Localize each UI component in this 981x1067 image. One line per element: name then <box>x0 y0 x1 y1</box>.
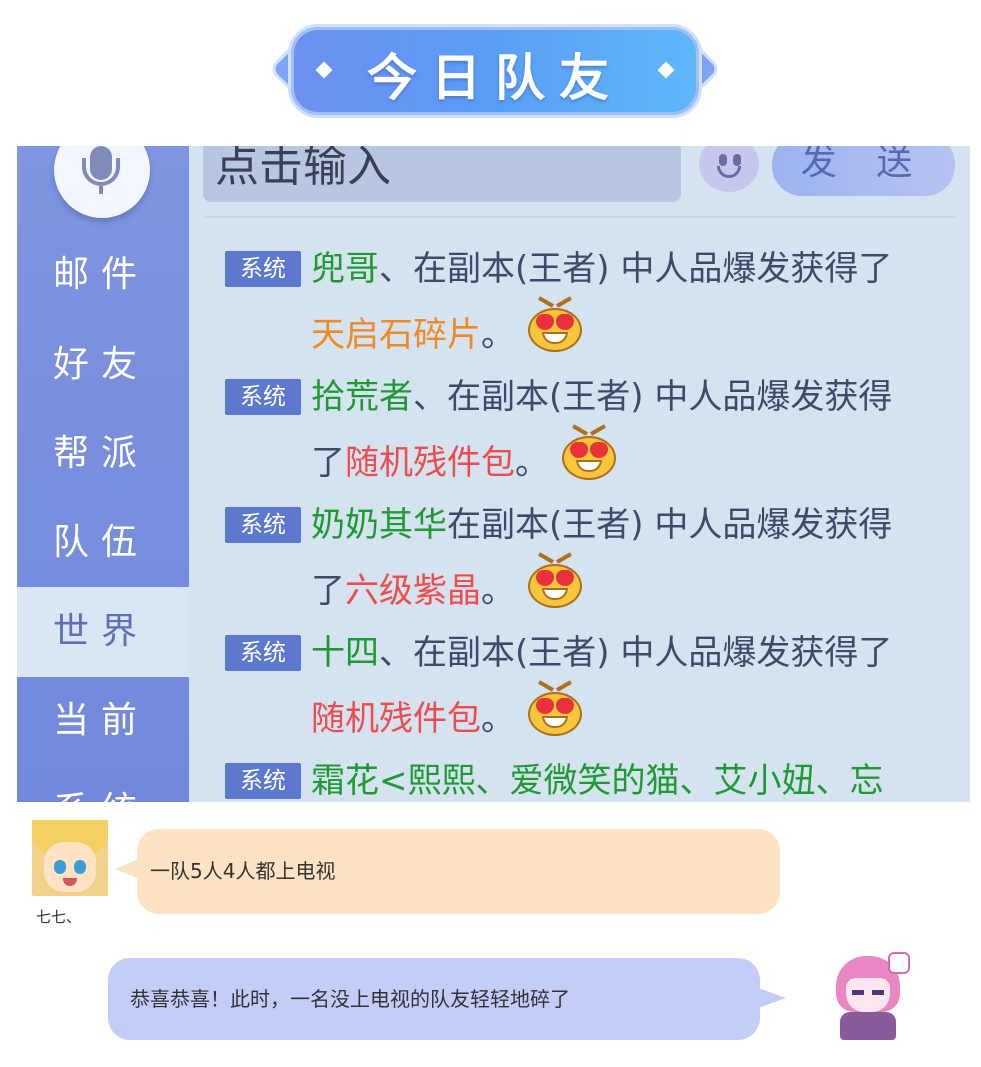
smiley-icon <box>719 154 727 166</box>
emoji-button[interactable] <box>699 146 759 192</box>
item-name: 六级紫晶 <box>345 571 481 611</box>
chat-bubble-left: 一队5人4人都上电视 <box>115 829 780 914</box>
divider <box>205 216 955 218</box>
message-text: 、在副本(王者) 中人品爆发获得了 <box>379 249 893 289</box>
system-message: 系统 霜花<熙熙、爱微笑的猫、艾小妞、忘 <box>225 750 950 802</box>
system-message: 系统 兜哥、在副本(王者) 中人品爆发获得了 天启石碎片。 <box>225 238 950 366</box>
player-name: 十四 <box>311 633 379 673</box>
channel-tab-system[interactable]: 系统 <box>17 766 189 802</box>
system-tag: 系统 <box>225 379 301 415</box>
chat-input[interactable]: 点击输入 <box>203 146 681 202</box>
channel-tab-world[interactable]: 世界 <box>17 587 189 677</box>
player-name: 奶奶其华 <box>311 505 447 545</box>
heart-eyes-emoji-icon <box>526 552 584 608</box>
channel-tab-mail[interactable]: 邮件 <box>17 230 189 320</box>
message-end: 。 <box>481 571 515 611</box>
banner-title: 今日队友 <box>367 49 623 107</box>
game-chat-screenshot: 邮件 好友 帮派 队伍 世界 当前 系统 点击输入 发 送 系统 兜哥、在副本(… <box>17 146 970 802</box>
message-text-cont: 了 <box>311 571 345 611</box>
message-end: 。 <box>481 315 515 355</box>
channel-tab-guild[interactable]: 帮派 <box>17 409 189 499</box>
channel-tab-team[interactable]: 队伍 <box>17 498 189 588</box>
item-name: 天启石碎片 <box>311 315 481 355</box>
avatar-blonde-girl <box>32 820 108 896</box>
message-text: 在副本(王者) 中人品爆发获得 <box>447 505 893 545</box>
message-end: 。 <box>481 699 515 739</box>
heart-eyes-emoji-icon <box>560 424 618 480</box>
send-button[interactable]: 发 送 <box>772 146 955 196</box>
message-text: 、在副本(王者) 中人品爆发获得了 <box>379 633 893 673</box>
title-banner: 今日队友 <box>268 22 722 120</box>
system-tag: 系统 <box>225 251 301 287</box>
heart-eyes-emoji-icon <box>526 296 584 352</box>
system-tag: 系统 <box>225 763 301 799</box>
message-end: 。 <box>515 443 549 483</box>
message-list: 系统 兜哥、在副本(王者) 中人品爆发获得了 天启石碎片。 系统 拾荒者、在副本… <box>225 238 950 802</box>
channel-sidebar: 邮件 好友 帮派 队伍 世界 当前 系统 <box>17 146 189 802</box>
channel-tab-friends[interactable]: 好友 <box>17 320 189 410</box>
item-name: 随机残件包 <box>345 443 515 483</box>
player-name: 拾荒者 <box>311 377 413 417</box>
player-name: 霜花<熙熙、爱微笑的猫、艾小妞、忘 <box>311 761 884 801</box>
microphone-button[interactable] <box>54 146 150 218</box>
item-name: 随机残件包 <box>311 699 481 739</box>
player-name: 兜哥 <box>311 249 379 289</box>
channel-tab-current[interactable]: 当前 <box>17 676 189 766</box>
system-message: 系统 十四、在副本(王者) 中人品爆发获得了 随机残件包。 <box>225 622 950 750</box>
speaker-name: 七七、 <box>36 908 82 926</box>
message-text: 、在副本(王者) 中人品爆发获得 <box>413 377 893 417</box>
message-text-cont: 了 <box>311 443 345 483</box>
chat-bubble-right: 恭喜恭喜！此时，一名没上电视的队友轻轻地碎了 <box>108 958 786 1040</box>
heart-eyes-emoji-icon <box>526 680 584 736</box>
system-message: 系统 拾荒者、在副本(王者) 中人品爆发获得 了随机残件包。 <box>225 366 950 494</box>
system-tag: 系统 <box>225 507 301 543</box>
system-tag: 系统 <box>225 635 301 671</box>
system-message: 系统 奶奶其华在副本(王者) 中人品爆发获得 了六级紫晶。 <box>225 494 950 622</box>
avatar-pink-hair-girl <box>818 948 912 1042</box>
